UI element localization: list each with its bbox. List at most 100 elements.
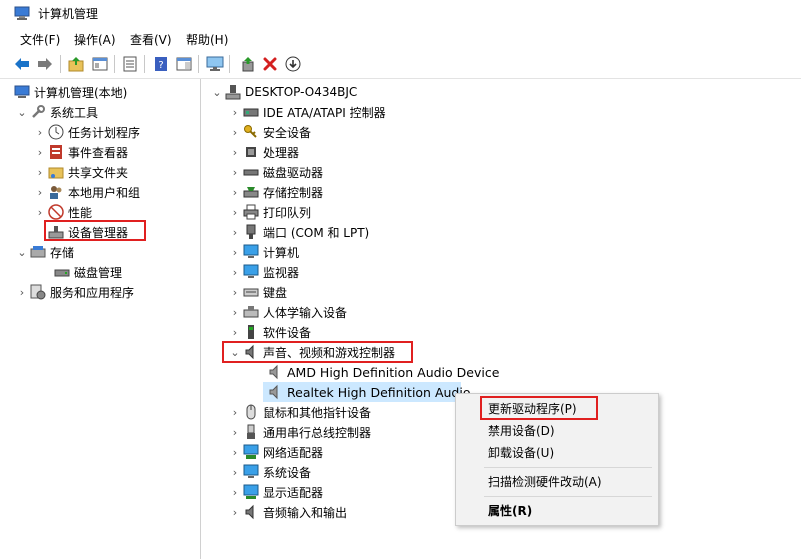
device-category-computer[interactable]: › 计算机	[229, 242, 299, 262]
device-category-security[interactable]: › 安全设备	[229, 122, 311, 142]
chevron-right-icon[interactable]: ›	[34, 122, 46, 142]
menu-file[interactable]: 文件(F)	[20, 31, 60, 48]
properties-icon[interactable]	[120, 54, 140, 74]
chevron-right-icon[interactable]: ›	[229, 102, 241, 122]
window-title: 计算机管理	[38, 7, 99, 21]
device-category-label: 鼠标和其他指针设备	[263, 405, 372, 420]
monitor-icon	[243, 264, 259, 280]
storage-controller-icon	[243, 184, 259, 200]
device-category-audio-io[interactable]: › 音频输入和输出	[229, 502, 347, 522]
menu-separator	[484, 496, 652, 497]
chevron-right-icon[interactable]: ›	[34, 162, 46, 182]
tree-label: 事件查看器	[68, 145, 129, 160]
software-device-icon	[243, 324, 259, 340]
tree-item-event-viewer[interactable]: › 事件查看器	[34, 142, 128, 162]
computer-management-icon	[14, 84, 30, 100]
computer-icon	[225, 84, 241, 100]
device-category-display[interactable]: › 显示适配器	[229, 482, 323, 502]
chevron-down-icon[interactable]: ⌄	[211, 82, 223, 102]
device-category-storage-controllers[interactable]: › 存储控制器	[229, 182, 323, 202]
chevron-right-icon[interactable]: ›	[229, 462, 241, 482]
chevron-right-icon[interactable]: ›	[34, 142, 46, 162]
tree-item-system-tools[interactable]: ⌄ 系统工具	[16, 102, 98, 122]
device-category-mice[interactable]: › 鼠标和其他指针设备	[229, 402, 371, 422]
tree-item-services-apps[interactable]: › 服务和应用程序	[16, 282, 134, 302]
device-category-label: 端口 (COM 和 LPT)	[263, 225, 370, 240]
chevron-right-icon[interactable]: ›	[229, 482, 241, 502]
device-category-label: 监视器	[263, 265, 300, 280]
system-device-icon	[243, 464, 259, 480]
mouse-icon	[243, 404, 259, 420]
device-category-keyboards[interactable]: › 键盘	[229, 282, 287, 302]
chevron-right-icon[interactable]: ›	[34, 202, 46, 222]
tree-item-storage[interactable]: ⌄ 存储	[16, 242, 74, 262]
menu-item-disable-device[interactable]: 禁用设备(D)	[488, 422, 555, 439]
menu-item-uninstall-device[interactable]: 卸载设备(U)	[488, 444, 554, 461]
chevron-right-icon[interactable]: ›	[229, 262, 241, 282]
device-category-print-queues[interactable]: › 打印队列	[229, 202, 311, 222]
svg-text:?: ?	[158, 60, 163, 71]
chevron-right-icon[interactable]: ›	[229, 442, 241, 462]
device-category-system[interactable]: › 系统设备	[229, 462, 311, 482]
chevron-right-icon[interactable]: ›	[229, 162, 241, 182]
chevron-right-icon[interactable]: ›	[229, 322, 241, 342]
device-category-ide[interactable]: › IDE ATA/ATAPI 控制器	[229, 102, 386, 122]
device-category-network[interactable]: › 网络适配器	[229, 442, 323, 462]
forward-arrow-icon[interactable]	[35, 54, 55, 74]
chevron-right-icon[interactable]: ›	[229, 182, 241, 202]
device-category-hid[interactable]: › 人体学输入设备	[229, 302, 347, 322]
tree-item-computer-management[interactable]: 计算机管理(本地)	[12, 82, 127, 102]
chevron-right-icon[interactable]: ›	[229, 242, 241, 262]
menu-help[interactable]: 帮助(H)	[186, 31, 228, 48]
device-category-disk-drives[interactable]: › 磁盘驱动器	[229, 162, 323, 182]
device-category-monitors[interactable]: › 监视器	[229, 262, 299, 282]
menu-separator	[484, 467, 652, 468]
chevron-right-icon[interactable]: ›	[229, 222, 241, 242]
tree-item-local-users[interactable]: › 本地用户和组	[34, 182, 140, 202]
chevron-right-icon[interactable]: ›	[229, 502, 241, 522]
device-category-processor[interactable]: › 处理器	[229, 142, 299, 162]
chevron-right-icon[interactable]: ›	[16, 282, 28, 302]
menu-view[interactable]: 查看(V)	[130, 31, 172, 48]
chevron-right-icon[interactable]: ›	[229, 122, 241, 142]
computer-name: DESKTOP-O434BJC	[245, 85, 358, 99]
chevron-down-icon[interactable]: ⌄	[16, 242, 28, 262]
tree-item-task-scheduler[interactable]: › 任务计划程序	[34, 122, 140, 142]
update-driver-icon[interactable]	[238, 54, 258, 74]
chevron-down-icon[interactable]: ⌄	[16, 102, 28, 122]
device-category-ports[interactable]: › 端口 (COM 和 LPT)	[229, 222, 369, 242]
chevron-right-icon[interactable]: ›	[229, 402, 241, 422]
menu-action[interactable]: 操作(A)	[74, 31, 116, 48]
device-category-label: 通用串行总线控制器	[263, 425, 372, 440]
up-folder-icon[interactable]	[66, 54, 86, 74]
menu-item-scan-hardware[interactable]: 扫描检测硬件改动(A)	[488, 473, 602, 490]
back-arrow-icon[interactable]	[12, 54, 32, 74]
device-category-software[interactable]: › 软件设备	[229, 322, 311, 342]
disable-device-icon[interactable]	[283, 54, 303, 74]
device-item-realtek-audio[interactable]: Realtek High Definition Audio	[265, 382, 470, 402]
toolbar-separator	[60, 55, 61, 73]
device-category-label: 处理器	[263, 145, 300, 160]
tree-item-performance[interactable]: › 性能	[34, 202, 92, 222]
device-category-usb[interactable]: › 通用串行总线控制器	[229, 422, 371, 442]
device-category-label: 软件设备	[263, 325, 312, 340]
chevron-right-icon[interactable]: ›	[229, 142, 241, 162]
device-item-amd-audio[interactable]: AMD High Definition Audio Device	[265, 362, 499, 382]
tree-item-shared-folders[interactable]: › 共享文件夹	[34, 162, 128, 182]
tree-item-computer-root[interactable]: ⌄ DESKTOP-O434BJC	[211, 82, 357, 102]
port-icon	[243, 224, 259, 240]
tree-item-disk-management[interactable]: 磁盘管理	[52, 262, 122, 282]
chevron-right-icon[interactable]: ›	[229, 302, 241, 322]
chevron-right-icon[interactable]: ›	[229, 422, 241, 442]
monitor-icon[interactable]	[205, 54, 225, 74]
action-pane-icon[interactable]	[174, 54, 194, 74]
help-icon[interactable]: ?	[151, 54, 171, 74]
speaker-icon	[267, 384, 283, 400]
chevron-right-icon[interactable]: ›	[229, 202, 241, 222]
uninstall-x-icon[interactable]	[260, 54, 280, 74]
chevron-right-icon[interactable]: ›	[229, 282, 241, 302]
chevron-right-icon[interactable]: ›	[34, 182, 46, 202]
console-tree-icon[interactable]	[90, 54, 110, 74]
printer-icon	[243, 204, 259, 220]
menu-item-properties[interactable]: 属性(R)	[488, 502, 532, 519]
